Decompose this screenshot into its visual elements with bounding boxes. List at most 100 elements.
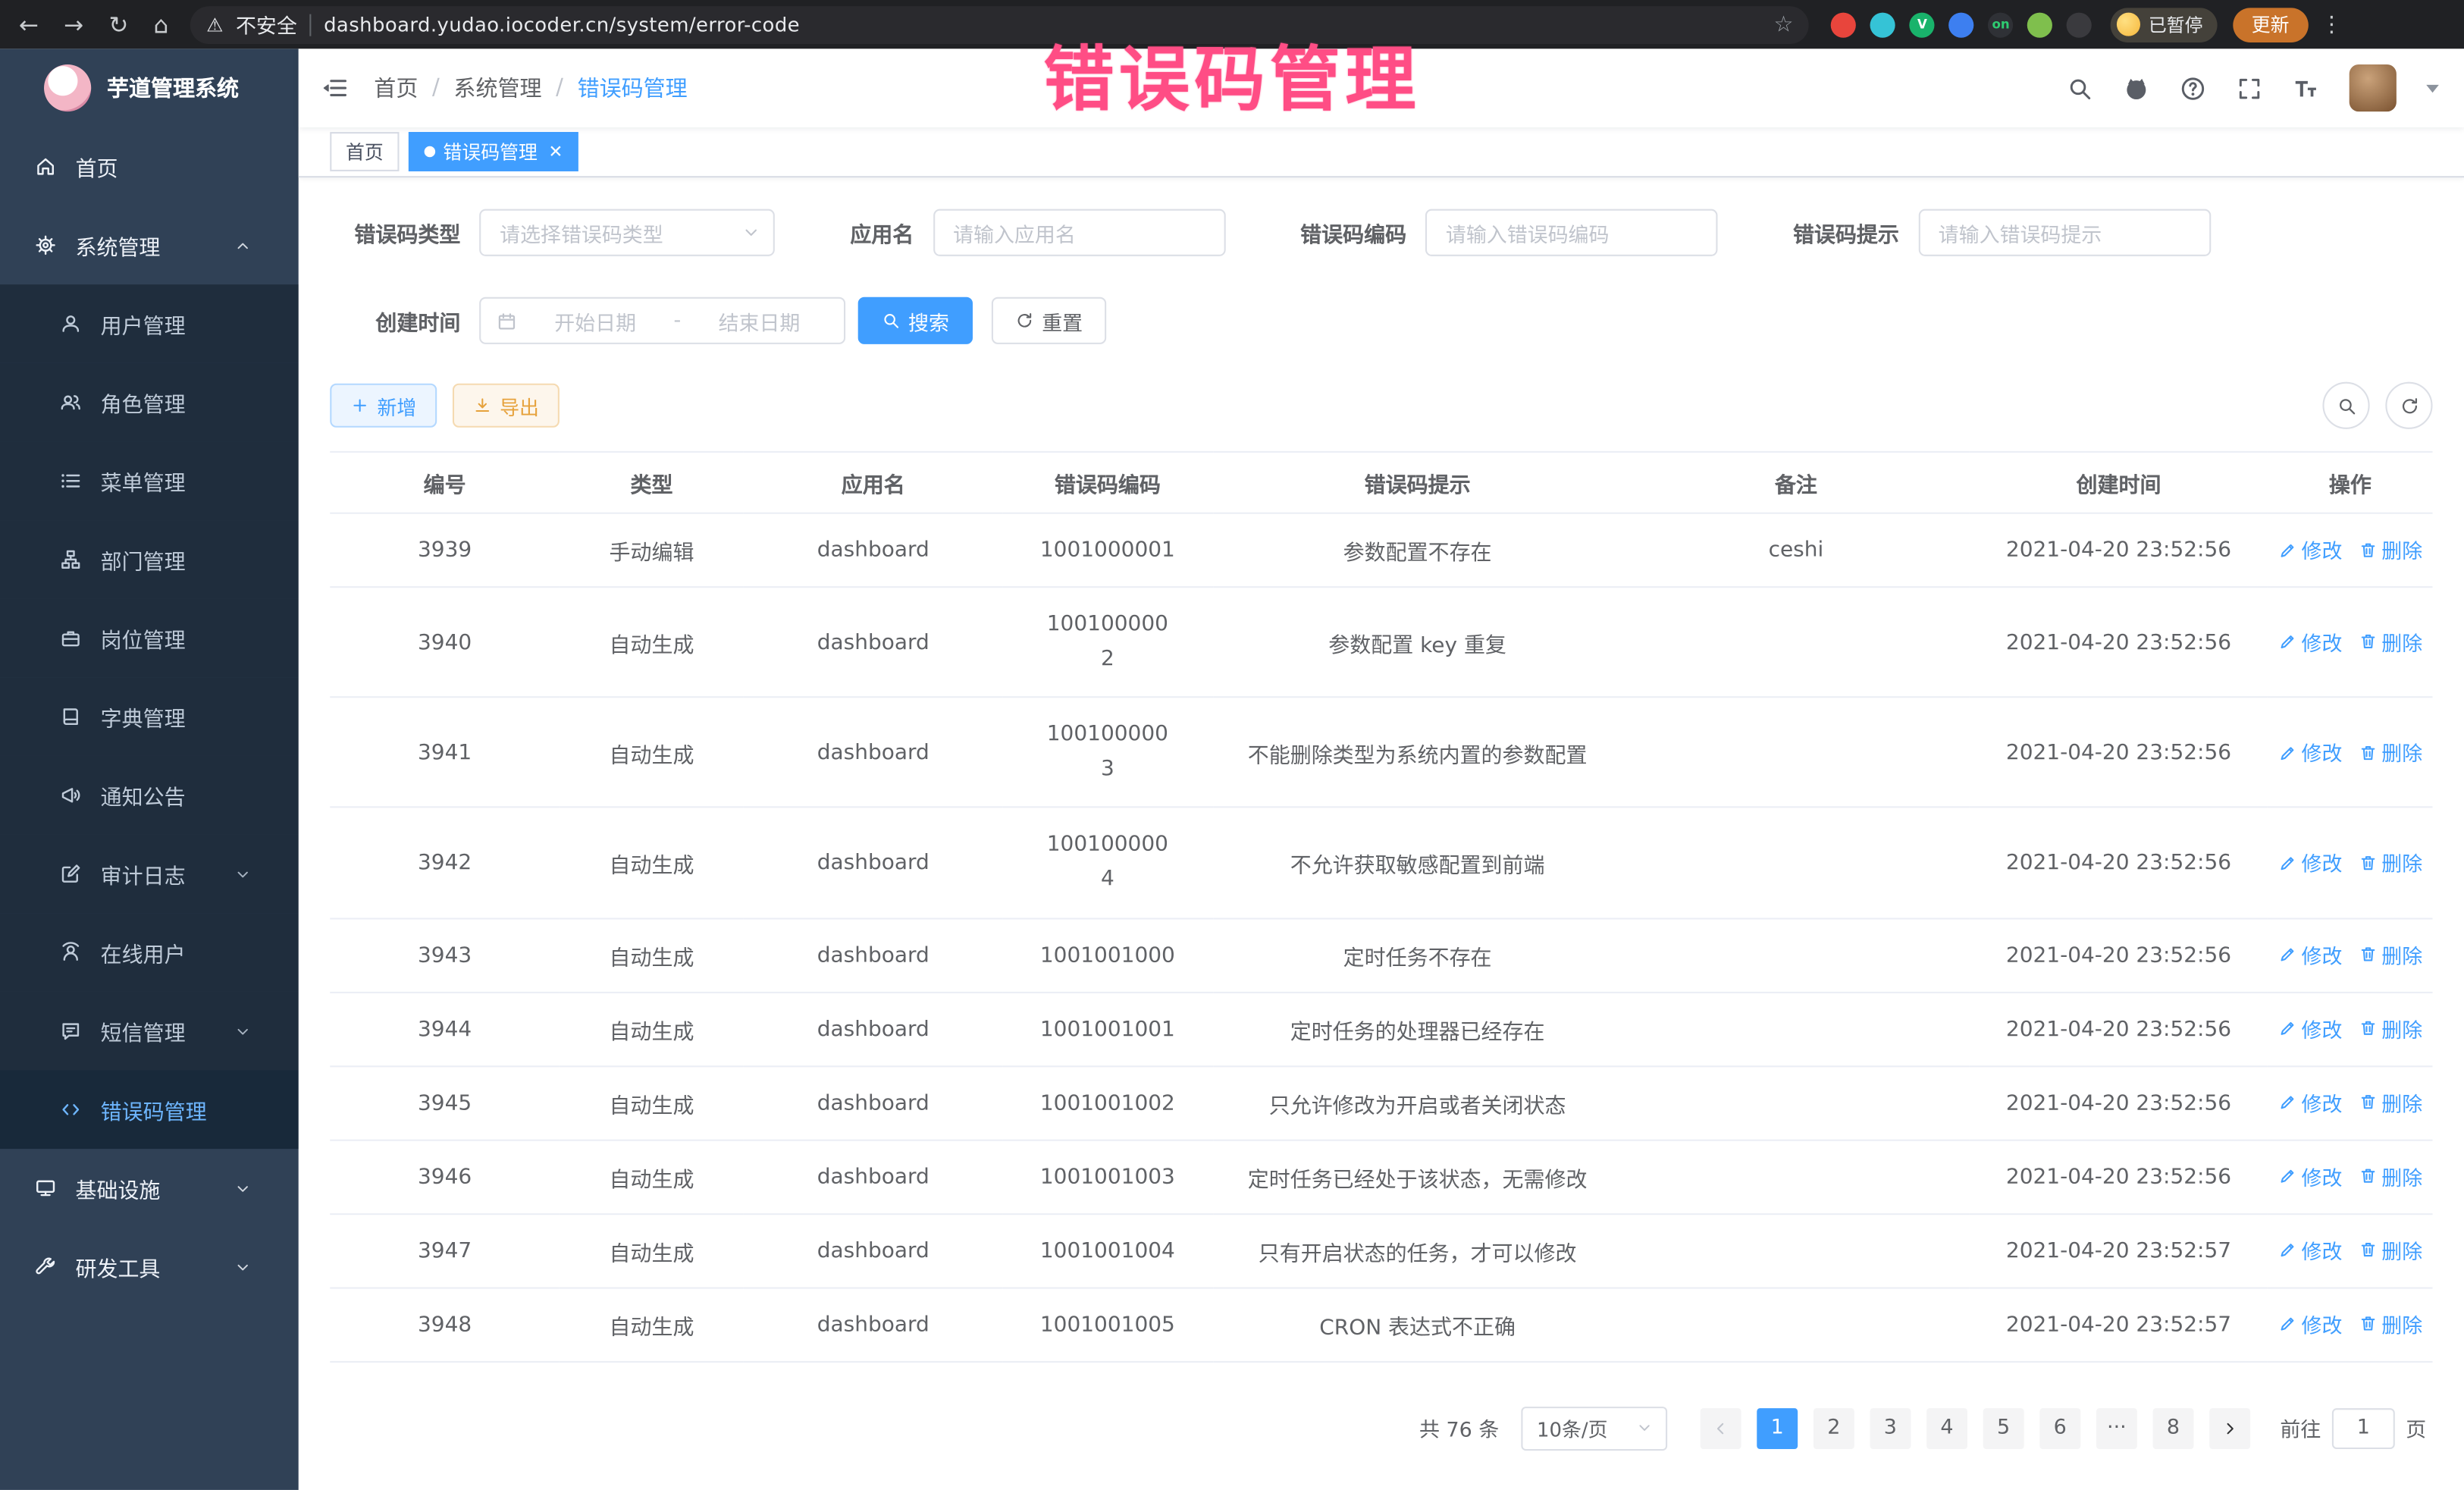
sidebar-item-label: 在线用户 [101,936,186,968]
delete-link[interactable]: 删除 [2358,848,2422,877]
sidebar-item-notice[interactable]: 通知公告 [0,756,299,835]
page-button[interactable]: 5 [1983,1407,2024,1448]
delete-link[interactable]: 删除 [2358,1087,2422,1117]
next-page-button[interactable] [2209,1407,2250,1448]
edit-pencil-icon [2277,1093,2296,1112]
on-badge-extension-icon[interactable]: on [1989,12,2014,37]
sidebar-item-infra[interactable]: 基础设施 [0,1149,299,1228]
bookmark-star-icon[interactable]: ☆ [1773,12,1793,37]
pagination-goto: 前往 页 [2280,1407,2426,1448]
home-icon[interactable]: ⌂ [154,10,169,38]
profile-emoji-icon [2117,13,2140,36]
sidebar-item-error-code[interactable]: 错误码管理 [0,1071,299,1150]
fullscreen-icon[interactable] [2236,74,2262,101]
code-icon [60,1099,82,1121]
date-range-picker[interactable]: 开始日期 - 结束日期 [479,297,845,344]
edit-link[interactable]: 修改 [2277,848,2342,877]
sidebar-item-user[interactable]: 用户管理 [0,284,299,363]
page-size-select[interactable]: 10条/页 [1521,1406,1667,1450]
red-extension-icon[interactable] [1831,12,1856,37]
cell-id: 3943 [330,918,560,992]
leaf-extension-icon[interactable] [2027,12,2052,37]
browser-update-button[interactable]: 更新 [2233,7,2309,42]
avatar-caret-icon[interactable] [2426,84,2439,92]
page-button[interactable]: 2 [1814,1407,1854,1448]
reset-button[interactable]: 重置 [992,297,1106,344]
delete-link[interactable]: 删除 [2358,1161,2422,1190]
export-button[interactable]: 导出 [453,384,560,428]
edit-link[interactable]: 修改 [2277,1309,2342,1338]
github-icon[interactable] [2123,74,2149,101]
user-avatar[interactable] [2350,64,2397,111]
error-type-select[interactable]: 请选择错误码类型 [479,209,775,256]
edit-link[interactable]: 修改 [2277,1161,2342,1190]
sidebar-item-menu[interactable]: 菜单管理 [0,441,299,520]
column-header: 创建时间 [1970,452,2268,513]
add-button[interactable]: 新增 [330,384,437,428]
prev-page-button[interactable] [1701,1407,1741,1448]
browser-menu-icon[interactable]: ⋮ [2321,12,2343,37]
page-button[interactable]: 4 [1926,1407,1967,1448]
back-icon[interactable]: ← [19,10,39,38]
app-name-input[interactable]: 请输入应用名 [933,209,1225,256]
sidebar-item-dev-tools[interactable]: 研发工具 [0,1228,299,1306]
delete-link[interactable]: 删除 [2358,1014,2422,1043]
blue-extension-icon[interactable] [1949,12,1974,37]
sidebar-item-audit-log[interactable]: 审计日志 [0,835,299,914]
search-button[interactable]: 搜索 [858,297,973,344]
delete-link[interactable]: 删除 [2358,939,2422,969]
breadcrumb-system[interactable]: 系统管理 [453,72,541,103]
more-pages-button[interactable]: ··· [2096,1407,2137,1448]
sidebar-collapse-icon[interactable] [321,74,349,102]
page-button[interactable]: 3 [1870,1407,1911,1448]
refresh-table-button[interactable] [2385,382,2432,429]
address-bar[interactable]: ⚠ 不安全 dashboard.yudao.iocoder.cn/system/… [190,5,1809,43]
sidebar-item-role[interactable]: 角色管理 [0,363,299,442]
page-button-active[interactable]: 1 [1757,1407,1798,1448]
page-button[interactable]: 6 [2039,1407,2080,1448]
edit-link[interactable]: 修改 [2277,1087,2342,1117]
edit-link[interactable]: 修改 [2277,1235,2342,1265]
sidebar-item-home[interactable]: 首页 [0,127,299,206]
table-row: 3944自动生成dashboard1001001001定时任务的处理器已经存在2… [330,992,2432,1065]
font-size-icon[interactable] [2293,74,2319,101]
error-code-input[interactable]: 请输入错误码编码 [1425,209,1718,256]
goto-page-input[interactable] [2332,1407,2395,1448]
sidebar-item-sms[interactable]: 短信管理 [0,992,299,1071]
page-button[interactable]: 8 [2153,1407,2194,1448]
sms-icon [60,1020,82,1042]
breadcrumb-home[interactable]: 首页 [374,72,418,103]
browser-profile-chip[interactable]: 已暂停 [2111,7,2217,42]
sidebar-item-dept[interactable]: 部门管理 [0,520,299,599]
tag-item[interactable]: 首页 [330,132,399,171]
edit-link[interactable]: 修改 [2277,737,2342,767]
paw-extension-icon[interactable] [2067,12,2092,37]
teal-extension-icon[interactable] [1870,12,1895,37]
sidebar-item-post[interactable]: 岗位管理 [0,599,299,678]
sidebar-item-system[interactable]: 系统管理 [0,206,299,285]
toggle-search-button[interactable] [2322,382,2369,429]
delete-link[interactable]: 删除 [2358,737,2422,767]
delete-link[interactable]: 删除 [2358,1235,2422,1265]
tag-active[interactable]: 错误码管理✕ [409,132,578,171]
forward-icon[interactable]: → [64,10,83,38]
error-code-label: 错误码编码 [1300,217,1406,248]
sidebar-item-online-user[interactable]: 在线用户 [0,913,299,992]
help-icon[interactable] [2180,74,2206,101]
search-icon[interactable] [2067,74,2093,101]
filter-row-2: 创建时间 开始日期 - 结束日期 搜索 重置 [330,297,2432,344]
edit-link[interactable]: 修改 [2277,535,2342,564]
green-v-extension-icon[interactable]: V [1910,12,1935,37]
edit-link[interactable]: 修改 [2277,939,2342,969]
edit-link[interactable]: 修改 [2277,1014,2342,1043]
delete-link[interactable]: 删除 [2358,535,2422,564]
edit-link[interactable]: 修改 [2277,627,2342,657]
delete-link[interactable]: 删除 [2358,1309,2422,1338]
delete-link[interactable]: 删除 [2358,627,2422,657]
error-msg-input[interactable]: 请输入错误码提示 [1918,209,2211,256]
reload-icon[interactable]: ↻ [108,10,128,38]
sidebar-item-dict[interactable]: 字典管理 [0,677,299,756]
app-logo[interactable]: 芋道管理系统 [0,49,299,127]
tag-close-icon[interactable]: ✕ [548,142,563,162]
book-icon [60,706,82,728]
